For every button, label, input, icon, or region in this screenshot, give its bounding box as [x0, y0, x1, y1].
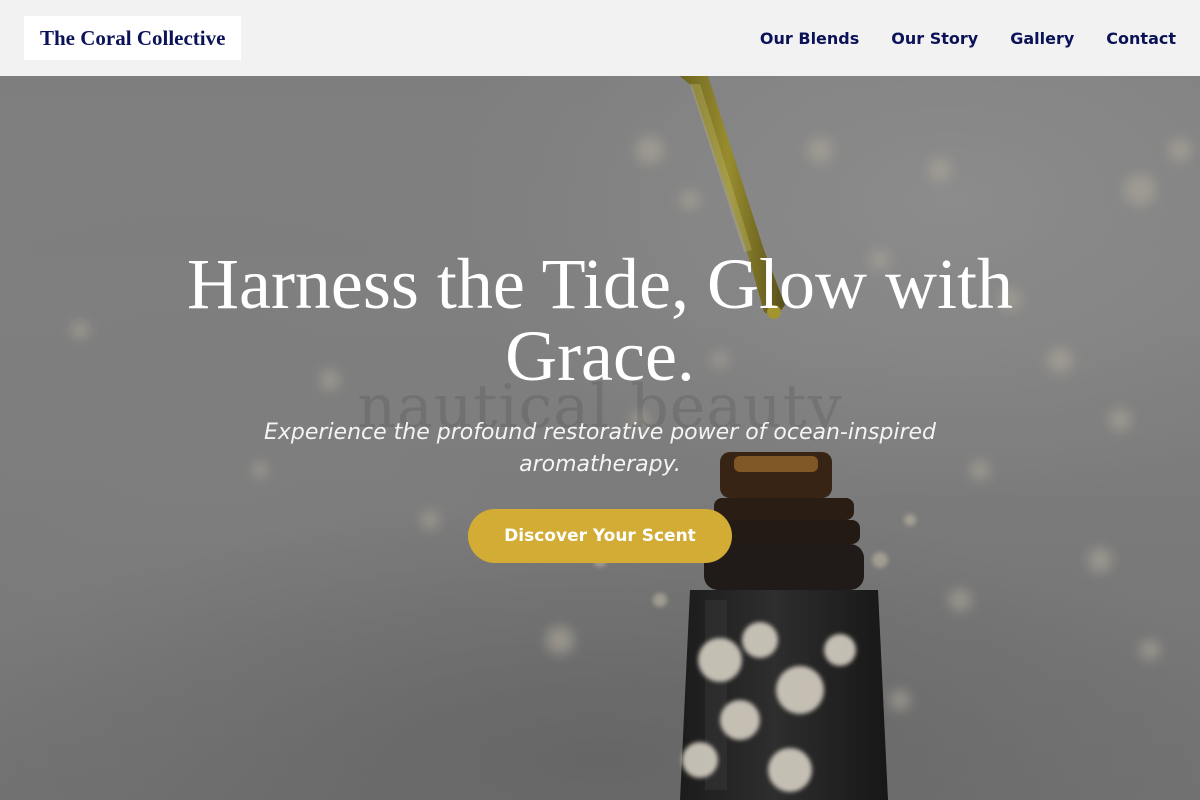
- nav-item-our-blends[interactable]: Our Blends: [760, 29, 859, 48]
- hero-content: Harness the Tide, Glow with Grace. Exper…: [150, 248, 1050, 563]
- hero-title: Harness the Tide, Glow with Grace.: [187, 244, 1013, 396]
- hero-subtitle: Experience the profound restorative powe…: [263, 420, 937, 477]
- brand-logo[interactable]: The Coral Collective: [24, 16, 242, 60]
- nav-item-gallery[interactable]: Gallery: [1010, 29, 1074, 48]
- nav-item-contact[interactable]: Contact: [1106, 29, 1176, 48]
- main-nav: Our Blends Our Story Gallery Contact: [760, 29, 1176, 48]
- nav-item-our-story[interactable]: Our Story: [891, 29, 978, 48]
- discover-scent-button[interactable]: Discover Your Scent: [468, 509, 732, 563]
- site-header: The Coral Collective Our Blends Our Stor…: [0, 0, 1200, 76]
